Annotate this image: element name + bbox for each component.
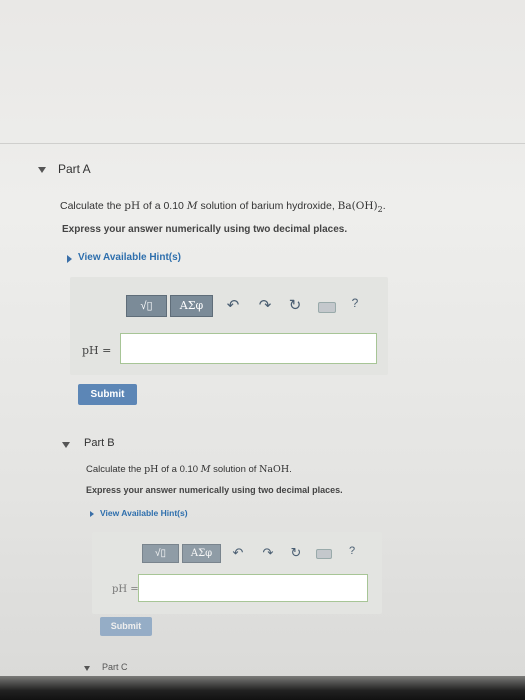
question-text: Calculate the — [86, 464, 145, 475]
undo-icon[interactable]: ↶ — [230, 545, 246, 561]
question-molar: M — [186, 200, 198, 212]
part-a-title[interactable]: Part A — [58, 162, 91, 176]
templates-button[interactable]: √▯ — [126, 295, 167, 317]
hint-expand-triangle-icon[interactable] — [90, 511, 94, 517]
keyboard-icon[interactable] — [316, 549, 332, 559]
question-formula: Ba(OH) — [337, 200, 378, 212]
templates-icon: √▯ — [140, 300, 153, 312]
part-b-instruction: Express your answer numerically using tw… — [86, 485, 343, 495]
question-text: . — [289, 464, 292, 475]
undo-icon[interactable]: ↶ — [224, 296, 242, 314]
question-text: solution of barium hydroxide, — [197, 200, 338, 212]
bottom-edge-shadow — [0, 676, 525, 700]
part-a-submit-button[interactable]: Submit — [78, 384, 137, 405]
part-a-collapse-caret-icon[interactable] — [38, 167, 46, 173]
question-text: Calculate the — [60, 200, 125, 212]
redo-icon[interactable]: ↷ — [260, 545, 276, 561]
help-icon[interactable]: ? — [348, 296, 362, 310]
part-a-instruction: Express your answer numerically using tw… — [62, 224, 348, 235]
templates-icon: √▯ — [155, 548, 166, 559]
help-icon[interactable]: ? — [346, 545, 358, 557]
part-a-question: Calculate the pH of a 0.10 M solution of… — [60, 200, 386, 214]
question-text: solution of — [210, 464, 260, 475]
greek-symbols-label: ΑΣφ — [190, 548, 213, 559]
part-a-ph-input[interactable] — [120, 333, 377, 364]
reset-icon[interactable]: ↻ — [288, 545, 304, 561]
part-b-collapse-caret-icon[interactable] — [62, 442, 70, 448]
divider — [0, 143, 525, 144]
part-a-input-label: pH = — [82, 344, 112, 357]
part-b-ph-input[interactable] — [138, 574, 368, 602]
question-ph: pH — [144, 464, 159, 475]
question-text: . — [382, 200, 386, 212]
part-a-view-hints-link[interactable]: View Available Hint(s) — [78, 252, 181, 263]
question-text: of a 0.10 — [140, 200, 187, 212]
part-c-title[interactable]: Part C — [102, 662, 128, 672]
part-b-submit-button[interactable]: Submit — [100, 617, 152, 636]
reset-icon[interactable]: ↻ — [286, 296, 304, 314]
keyboard-icon[interactable] — [318, 302, 336, 313]
question-molar: M — [200, 464, 211, 475]
part-b-question: Calculate the pH of a 0.10 M solution of… — [86, 464, 292, 475]
symbols-button[interactable]: ΑΣφ — [170, 295, 213, 317]
question-text: of a 0.10 — [158, 464, 201, 475]
part-c-collapse-caret-icon[interactable] — [84, 666, 90, 671]
part-b-input-label: pH = — [112, 584, 139, 595]
symbols-button[interactable]: ΑΣφ — [182, 544, 221, 563]
greek-symbols-label: ΑΣφ — [179, 299, 204, 312]
hint-expand-triangle-icon[interactable] — [67, 255, 72, 263]
part-b-view-hints-link[interactable]: View Available Hint(s) — [100, 508, 188, 518]
question-ph: pH — [124, 200, 141, 212]
part-b-title[interactable]: Part B — [84, 437, 115, 449]
question-formula: NaOH — [259, 464, 290, 475]
redo-icon[interactable]: ↷ — [256, 296, 274, 314]
templates-button[interactable]: √▯ — [142, 544, 179, 563]
